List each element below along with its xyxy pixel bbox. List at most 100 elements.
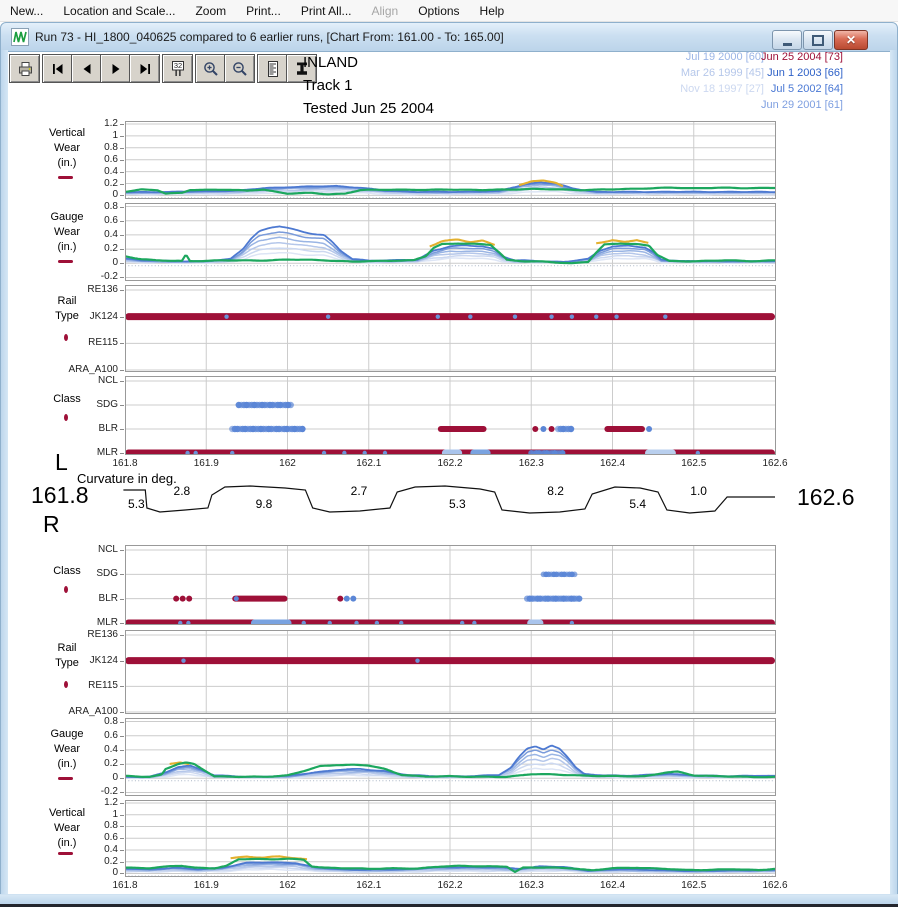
y-tick-mark: [120, 574, 124, 575]
x-tick-label: 162.6: [753, 458, 797, 469]
minimize-icon: [783, 43, 792, 46]
current-run-marker: [58, 176, 73, 179]
category-band: [438, 426, 487, 432]
y-tick-label: 0.2: [58, 856, 118, 867]
y-tick-mark: [120, 136, 124, 137]
legend-run-item[interactable]: Jul 19 2000 [60]: [680, 49, 764, 65]
category-dot: [344, 596, 350, 602]
printer-button[interactable]: [9, 54, 40, 83]
y-tick-mark: [120, 290, 124, 291]
y-tick-mark: [120, 736, 124, 737]
category-band: [232, 596, 287, 602]
y-tick-mark: [120, 826, 124, 827]
minimize-button[interactable]: [772, 30, 802, 50]
category-dot: [186, 596, 192, 602]
panel-label-vertical-wear-right: VerticalWear(in.): [28, 806, 106, 851]
x-tick-label: 161.8: [103, 458, 147, 469]
x-tick-label: 162.3: [509, 880, 553, 891]
curvature-value-label: 2.8: [168, 484, 196, 498]
step-first-button[interactable]: [42, 54, 73, 83]
window-border-left: [0, 50, 8, 897]
rail-type-left-chart: [125, 285, 776, 372]
y-tick-mark: [120, 712, 124, 713]
x-tick-label: 162.5: [672, 458, 716, 469]
legend-run-item[interactable]: Jun 25 2004 [73]: [761, 49, 843, 65]
zoom-out-button[interactable]: [224, 54, 255, 83]
y-tick-label: BLR: [58, 593, 118, 604]
x-tick-label: 161.9: [184, 458, 228, 469]
y-tick-mark: [120, 195, 124, 196]
category-band: [125, 657, 775, 664]
territory-label: INLAND: [303, 51, 434, 74]
y-tick-mark: [120, 635, 124, 636]
milepost-32-button[interactable]: 32: [162, 54, 193, 83]
vertical-wear-left-chart: [125, 121, 776, 199]
close-button[interactable]: ✕: [834, 30, 868, 50]
step-forward-button[interactable]: [100, 54, 131, 83]
zoom-in-icon: [202, 60, 220, 78]
y-tick-mark: [120, 148, 124, 149]
panel-label-vertical-wear-left: VerticalWear(in.): [28, 126, 106, 171]
legend-run-item[interactable]: Nov 18 1997 [27]: [680, 81, 764, 97]
y-tick-mark: [120, 317, 124, 318]
menu-item-align: Align: [362, 2, 409, 20]
legend-run-item[interactable]: Jun 1 2003 [66]: [761, 65, 843, 81]
y-tick-mark: [120, 550, 124, 551]
x-tick-label: 162.1: [347, 458, 391, 469]
menu-item-options[interactable]: Options: [408, 2, 469, 20]
window-title: Run 73 - HI_1800_040625 compared to 6 ea…: [35, 30, 504, 44]
legend-run-item[interactable]: Mar 26 1999 [45]: [680, 65, 764, 81]
legend-column-newer: Jun 25 2004 [73]Jun 1 2003 [66]Jul 5 200…: [761, 49, 843, 113]
zoom-in-button[interactable]: [195, 54, 226, 83]
y-tick-label: -0.2: [58, 271, 118, 282]
category-dot: [288, 402, 294, 408]
category-band: [125, 313, 775, 320]
legend-run-item[interactable]: Jun 29 2001 [61]: [761, 97, 843, 113]
x-tick-label: 162.1: [347, 880, 391, 891]
current-run-marker: [64, 334, 68, 341]
legend-run-item[interactable]: Jul 5 2002 [64]: [761, 81, 843, 97]
y-tick-mark: [120, 277, 124, 278]
category-band: [604, 426, 645, 432]
y-tick-label: -0.2: [58, 786, 118, 797]
menu-item-location-and-scale[interactable]: Location and Scale...: [53, 2, 185, 20]
step-forward-icon: [107, 60, 125, 78]
menu-item-new[interactable]: New...: [0, 2, 53, 20]
menu-item-help[interactable]: Help: [470, 2, 515, 20]
y-tick-mark: [120, 599, 124, 600]
menu-item-zoom[interactable]: Zoom: [185, 2, 236, 20]
y-tick-label: RE136: [58, 629, 118, 640]
category-dot: [350, 596, 356, 602]
current-run-marker: [64, 681, 68, 688]
y-tick-label: 0.2: [58, 178, 118, 189]
y-tick-label: ARA_A100: [58, 364, 118, 375]
legend-column-older: Jul 19 2000 [60]Mar 26 1999 [45]Nov 18 1…: [680, 49, 764, 97]
title-bar[interactable]: Run 73 - HI_1800_040625 compared to 6 ea…: [0, 22, 898, 52]
y-tick-mark: [120, 661, 124, 662]
svg-text:32: 32: [173, 61, 181, 70]
menu-item-print-all[interactable]: Print All...: [291, 2, 362, 20]
y-tick-mark: [120, 370, 124, 371]
chart-end-milepost: 162.6: [797, 484, 855, 511]
y-tick-mark: [120, 160, 124, 161]
window-border-right: [890, 50, 898, 897]
category-dot: [173, 596, 179, 602]
category-dot: [299, 426, 305, 432]
y-tick-mark: [120, 207, 124, 208]
y-tick-mark: [120, 343, 124, 344]
category-dot: [549, 426, 555, 432]
maximize-button[interactable]: [803, 30, 833, 50]
category-dot: [549, 314, 553, 318]
menu-item-print[interactable]: Print...: [236, 2, 291, 20]
y-tick-label: MLR: [58, 617, 118, 628]
y-tick-mark: [120, 184, 124, 185]
x-tick-label: 162.4: [591, 458, 635, 469]
step-back-button[interactable]: [71, 54, 102, 83]
tested-date-label: Tested Jun 25 2004: [303, 97, 434, 120]
zoom-out-icon: [231, 60, 249, 78]
step-last-icon: [136, 60, 154, 78]
step-last-button[interactable]: [129, 54, 160, 83]
y-tick-mark: [120, 172, 124, 173]
scale-ruler-button[interactable]: [257, 54, 288, 83]
category-dot: [570, 314, 574, 318]
